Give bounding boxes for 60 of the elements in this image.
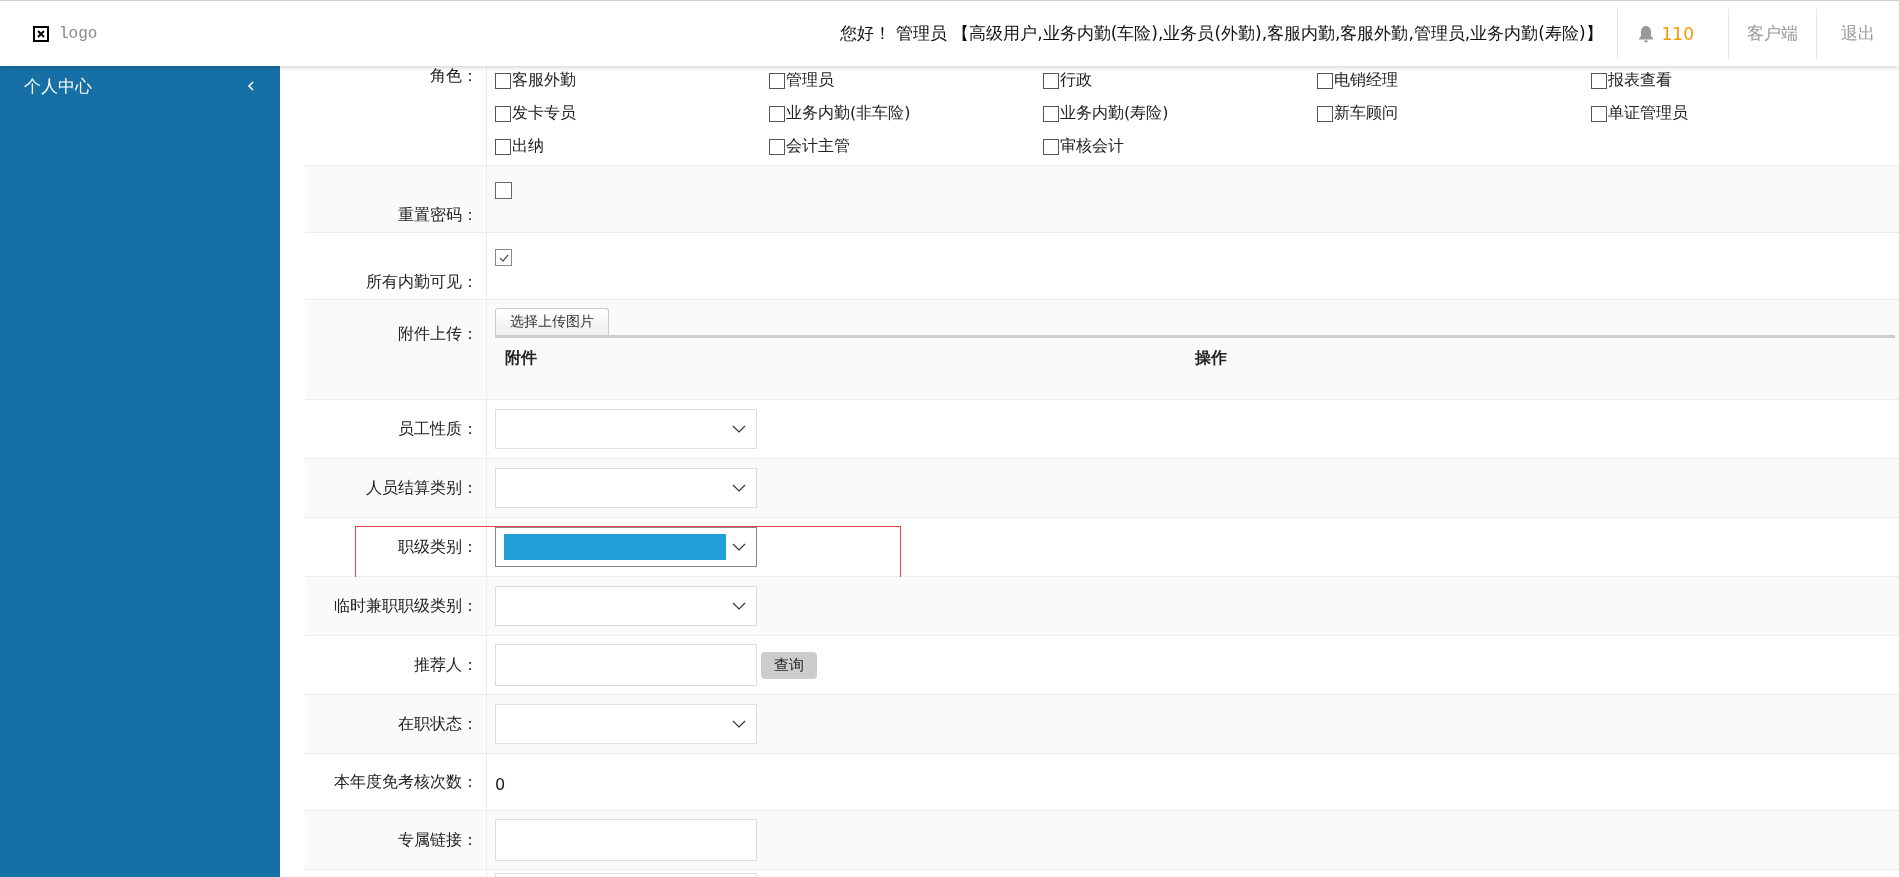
checkbox[interactable] [1591, 72, 1607, 89]
column-header: 操作 [1195, 348, 1228, 369]
checkbox[interactable] [495, 72, 511, 89]
checkbox-label: 发卡专员 [512, 103, 576, 124]
field-label: 专属链接： [398, 829, 478, 851]
checkbox-label: 新车顾问 [1334, 103, 1398, 124]
checkbox[interactable] [1591, 105, 1607, 122]
checkbox[interactable] [495, 249, 512, 266]
checkbox[interactable] [1317, 105, 1333, 122]
broken-image-icon [33, 25, 49, 42]
checkbox[interactable] [769, 105, 785, 122]
checkbox-label: 审核会计 [1060, 136, 1124, 157]
checkbox[interactable] [769, 138, 785, 155]
caret-icon [732, 484, 746, 492]
field-label: 附件上传： [398, 324, 478, 345]
field-label: 角色： [430, 66, 478, 87]
checkbox[interactable] [495, 105, 511, 122]
header-link[interactable]: 退出 [1816, 8, 1899, 59]
field-label: 职级类别： [398, 536, 478, 558]
field-label: 在职状态： [398, 713, 478, 735]
checkbox-label: 客服外勤 [512, 70, 576, 91]
checkbox-label: 会计主管 [786, 136, 850, 157]
field-label: 员工性质： [398, 418, 478, 440]
field-label: 本年度免考核次数： [334, 771, 478, 793]
checkbox-label: 管理员 [786, 70, 834, 91]
upload-button[interactable]: 选择上传图片 [495, 308, 609, 335]
checkbox[interactable] [1317, 72, 1333, 89]
bell-icon[interactable] [1637, 24, 1654, 43]
column-header: 附件 [505, 348, 538, 369]
caret-icon [732, 543, 746, 551]
field-value: 0 [495, 774, 506, 794]
checkbox-label: 单证管理员 [1608, 103, 1688, 124]
field-label: 所有内勤可见： [366, 272, 478, 293]
input-field[interactable] [495, 644, 757, 686]
dropdown[interactable] [495, 527, 757, 567]
field-label: 临时兼职职级类别： [334, 595, 478, 617]
checkbox[interactable] [495, 182, 512, 199]
field-label: 推荐人： [414, 654, 478, 676]
input-field[interactable] [495, 819, 757, 861]
caret-icon [732, 602, 746, 610]
checkbox[interactable] [769, 72, 785, 89]
sidebar-item[interactable]: 个人中心 [0, 66, 280, 102]
checkbox-label: 业务内勤(非车险) [786, 103, 911, 124]
checkbox[interactable] [1043, 138, 1059, 155]
caret-icon [732, 720, 746, 728]
caret-icon [732, 425, 746, 433]
header-link[interactable]: 客户端 [1728, 8, 1816, 59]
checkbox-label: 报表查看 [1608, 70, 1672, 91]
logo-text: logo [59, 24, 98, 43]
checkbox[interactable] [495, 138, 511, 155]
field-label: 重置密码： [398, 205, 478, 226]
greeting-text: 您好！ 管理员 【高级用户,业务内勤(车险),业务员(外勤),客服内勤,客服外勤,管理员,业务内勤(寿险)】 [839, 22, 1604, 45]
search-button[interactable]: 查询 [761, 651, 817, 679]
checkbox-label: 行政 [1060, 70, 1092, 91]
field-label: 人员结算类别： [366, 477, 478, 499]
checkbox-label: 出纳 [512, 136, 544, 157]
checkbox-label: 电销经理 [1334, 70, 1398, 91]
checkbox-label: 业务内勤(寿险) [1060, 103, 1169, 124]
checkbox[interactable] [1043, 105, 1059, 122]
checkbox[interactable] [1043, 72, 1059, 89]
